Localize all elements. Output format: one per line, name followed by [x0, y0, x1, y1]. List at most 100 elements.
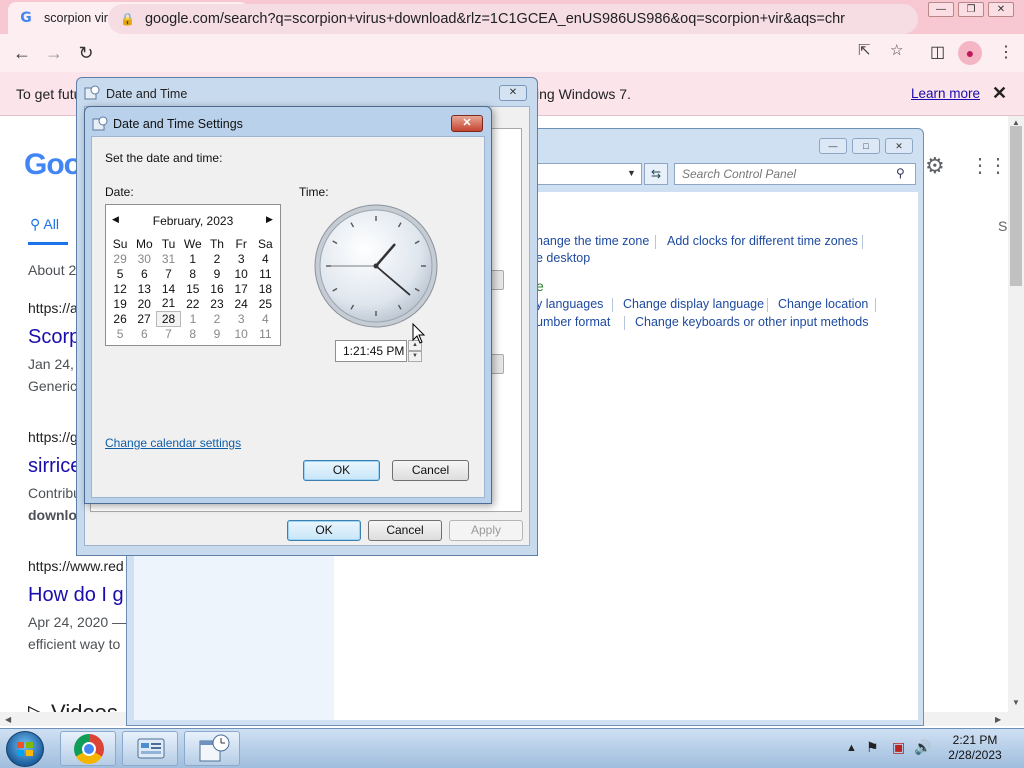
forward-arrow-icon[interactable]: → [38, 43, 70, 64]
profile-avatar-icon[interactable]: ● [958, 41, 982, 65]
chrome-menu-icon[interactable]: ⋮ [998, 42, 1014, 62]
calendar-day[interactable]: 15 [181, 281, 205, 296]
tab-all[interactable]: ⚲ All [30, 216, 59, 233]
desktop-link[interactable]: e desktop [536, 251, 590, 265]
share-icon[interactable]: ⇱ [858, 41, 871, 59]
calendar-month-year[interactable]: February, 2023 [130, 214, 256, 228]
calendar-day[interactable]: 31 [156, 251, 180, 266]
next-month-arrow-icon[interactable]: ▶ [266, 214, 273, 225]
calendar-day[interactable]: 1 [181, 251, 205, 266]
calendar-day[interactable]: 27 [132, 311, 156, 326]
calendar-day[interactable]: 24 [229, 296, 253, 311]
settings-close-button[interactable]: ✕ [451, 115, 483, 132]
time-input[interactable]: 1:21:45 PM [335, 340, 407, 362]
number-format-link[interactable]: umber format [536, 315, 610, 329]
calendar-day[interactable]: 22 [181, 296, 205, 311]
calendar-day[interactable]: 17 [229, 281, 253, 296]
calendar-day[interactable]: 3 [229, 311, 253, 326]
calendar-day[interactable]: 2 [205, 311, 229, 326]
change-location-link[interactable]: Change location [778, 297, 868, 311]
reload-icon[interactable]: ↻ [70, 43, 102, 64]
lock-icon[interactable]: 🔒 [120, 12, 135, 26]
minimize-button[interactable]: — [928, 2, 954, 17]
calendar-day[interactable]: 28 [155, 310, 182, 327]
calendar-day[interactable]: 25 [253, 296, 277, 311]
calendar-day[interactable]: 5 [108, 266, 132, 281]
calendar-day[interactable]: 8 [181, 266, 205, 281]
scroll-down-arrow-icon[interactable]: ▼ [1012, 698, 1020, 707]
calendar-day[interactable]: 12 [108, 281, 132, 296]
network-icon[interactable]: ▣ [892, 739, 905, 756]
change-calendar-settings-link[interactable]: Change calendar settings [105, 436, 241, 450]
change-display-language-link[interactable]: Change display language [623, 297, 764, 311]
dialog-close-button[interactable]: ✕ [499, 85, 527, 101]
change-time-zone-link[interactable]: hange the time zone [536, 234, 649, 248]
calendar-day[interactable]: 5 [108, 326, 132, 341]
outer-ok-button[interactable]: OK [287, 520, 361, 541]
cp-maximize-button[interactable]: □ [852, 138, 880, 154]
calendar-day[interactable]: 10 [229, 326, 253, 341]
bookmark-star-icon[interactable]: ☆ [890, 41, 903, 59]
calendar-day[interactable]: 9 [205, 266, 229, 281]
calendar-day[interactable]: 23 [205, 296, 229, 311]
calendar-day[interactable]: 11 [253, 266, 277, 281]
search-icon[interactable]: ⚲ [896, 166, 905, 180]
calendar-day[interactable]: 4 [253, 311, 277, 326]
close-window-button[interactable]: ✕ [988, 2, 1014, 17]
result-url[interactable]: https://a [28, 300, 78, 316]
calendar-day[interactable]: 21 [156, 296, 180, 311]
calendar-day[interactable]: 10 [229, 266, 253, 281]
action-center-flag-icon[interactable]: ⚑ [866, 739, 879, 756]
result-url[interactable]: https://www.red [28, 558, 124, 574]
calendar-day[interactable]: 1 [181, 311, 205, 326]
learn-more-link[interactable]: Learn more [911, 86, 980, 101]
calendar-day[interactable]: 16 [205, 281, 229, 296]
calendar-day[interactable]: 30 [132, 251, 156, 266]
previous-month-arrow-icon[interactable]: ◀ [112, 214, 119, 225]
calendar-day[interactable]: 29 [108, 251, 132, 266]
calendar-day[interactable]: 19 [108, 296, 132, 311]
calendar-day[interactable]: 13 [132, 281, 156, 296]
spin-down-arrow-icon[interactable]: ▼ [408, 351, 422, 362]
settings-cancel-button[interactable]: Cancel [392, 460, 469, 481]
calendar-day[interactable]: 9 [205, 326, 229, 341]
calendar-day[interactable]: 11 [253, 326, 277, 341]
vertical-scrollbar-thumb[interactable] [1010, 126, 1022, 286]
calendar-day[interactable]: 7 [156, 266, 180, 281]
add-clocks-link[interactable]: Add clocks for different time zones [667, 234, 858, 248]
result-title[interactable]: sirrice [28, 455, 81, 478]
cp-address-dropdown-icon[interactable]: ▼ [627, 168, 636, 178]
address-bar[interactable]: 🔒 google.com/search?q=scorpion+virus+dow… [108, 4, 918, 34]
cp-address-bar[interactable] [530, 163, 642, 185]
calendar-day[interactable]: 4 [253, 251, 277, 266]
scroll-left-arrow-icon[interactable]: ◀ [5, 715, 11, 724]
calendar-day[interactable]: 7 [156, 326, 180, 341]
calendar-day[interactable]: 14 [156, 281, 180, 296]
result-title[interactable]: How do I g [28, 584, 124, 607]
google-logo[interactable]: Goo [24, 148, 82, 182]
outer-cancel-button[interactable]: Cancel [368, 520, 442, 541]
calendar-day[interactable]: 2 [205, 251, 229, 266]
taskbar-clock[interactable]: 2:21 PM 2/28/2023 [940, 733, 1010, 763]
gear-icon[interactable]: ⚙ [925, 153, 945, 179]
calendar-day[interactable]: 6 [132, 266, 156, 281]
cp-minimize-button[interactable]: — [819, 138, 847, 154]
show-hidden-icons-chevron-icon[interactable]: ▲ [846, 742, 857, 754]
change-keyboards-link[interactable]: Change keyboards or other input methods [635, 315, 868, 329]
volume-icon[interactable]: 🔊 [914, 739, 931, 756]
restore-button[interactable]: ❐ [958, 2, 984, 17]
calendar-day[interactable]: 8 [181, 326, 205, 341]
calendar-day[interactable]: 3 [229, 251, 253, 266]
cp-refresh-icon[interactable]: ⇆ [644, 163, 668, 185]
scroll-up-arrow-icon[interactable]: ▲ [1012, 118, 1020, 127]
cp-search-input[interactable]: Search Control Panel [674, 163, 916, 185]
result-title[interactable]: Scorp [28, 326, 80, 349]
back-arrow-icon[interactable]: ← [6, 43, 38, 64]
calendar-day[interactable]: 26 [108, 311, 132, 326]
calendar-day[interactable]: 18 [253, 281, 277, 296]
infobar-close-icon[interactable]: ✕ [992, 83, 1007, 104]
languages-link[interactable]: y languages [536, 297, 603, 311]
cp-close-button[interactable]: ✕ [885, 138, 913, 154]
apply-button[interactable]: Apply [449, 520, 523, 541]
result-url[interactable]: https://g [28, 429, 78, 445]
